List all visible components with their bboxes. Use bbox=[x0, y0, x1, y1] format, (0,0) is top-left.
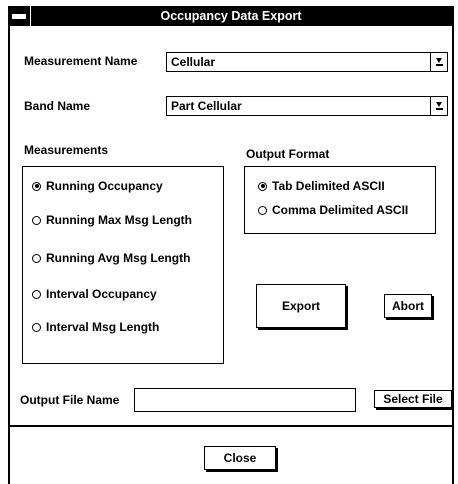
radio-unselected-icon bbox=[32, 322, 41, 332]
radio-unselected-icon bbox=[32, 289, 41, 299]
radio-label: Interval Msg Length bbox=[46, 320, 160, 334]
radio-running-max-msg-length[interactable]: Running Max Msg Length bbox=[32, 213, 192, 227]
output-format-label: Output Format bbox=[246, 147, 330, 161]
title-bar: Occupancy Data Export bbox=[8, 6, 454, 26]
band-name-value: Part Cellular bbox=[171, 99, 242, 113]
radio-running-occupancy[interactable]: Running Occupancy bbox=[32, 179, 163, 193]
measurement-name-dropdown[interactable]: Cellular bbox=[166, 52, 448, 72]
output-format-group bbox=[244, 166, 436, 234]
system-menu-icon[interactable] bbox=[8, 6, 31, 26]
abort-button[interactable]: Abort bbox=[384, 294, 432, 318]
radio-interval-msg-length[interactable]: Interval Msg Length bbox=[32, 320, 159, 334]
output-file-name-label: Output File Name bbox=[20, 393, 120, 407]
measurements-label: Measurements bbox=[24, 143, 109, 157]
select-file-button[interactable]: Select File bbox=[374, 390, 452, 408]
radio-label: Tab Delimited ASCII bbox=[272, 179, 385, 193]
radio-unselected-icon bbox=[258, 205, 267, 215]
radio-unselected-icon bbox=[32, 215, 41, 225]
measurements-group bbox=[22, 166, 224, 364]
measurement-name-value: Cellular bbox=[171, 55, 216, 69]
radio-selected-icon bbox=[258, 181, 267, 191]
measurement-name-label: Measurement Name bbox=[24, 54, 138, 68]
radio-selected-icon bbox=[32, 181, 41, 191]
radio-label: Running Occupancy bbox=[46, 179, 163, 193]
window-title: Occupancy Data Export bbox=[160, 9, 302, 23]
chevron-down-icon[interactable] bbox=[430, 53, 447, 71]
radio-label: Running Avg Msg Length bbox=[46, 251, 191, 265]
close-button[interactable]: Close bbox=[204, 446, 276, 470]
radio-label: Interval Occupancy bbox=[46, 287, 157, 301]
output-file-name-input[interactable] bbox=[134, 388, 356, 412]
radio-label: Running Max Msg Length bbox=[46, 213, 192, 227]
band-name-label: Band Name bbox=[24, 99, 91, 113]
divider bbox=[10, 425, 454, 427]
radio-comma-delimited[interactable]: Comma Delimited ASCII bbox=[258, 203, 408, 217]
radio-tab-delimited[interactable]: Tab Delimited ASCII bbox=[258, 179, 385, 193]
radio-running-avg-msg-length[interactable]: Running Avg Msg Length bbox=[32, 251, 190, 265]
radio-unselected-icon bbox=[32, 253, 41, 263]
export-button[interactable]: Export bbox=[256, 284, 346, 328]
radio-interval-occupancy[interactable]: Interval Occupancy bbox=[32, 287, 157, 301]
band-name-dropdown[interactable]: Part Cellular bbox=[166, 96, 448, 116]
radio-label: Comma Delimited ASCII bbox=[272, 203, 409, 217]
chevron-down-icon[interactable] bbox=[430, 97, 447, 115]
